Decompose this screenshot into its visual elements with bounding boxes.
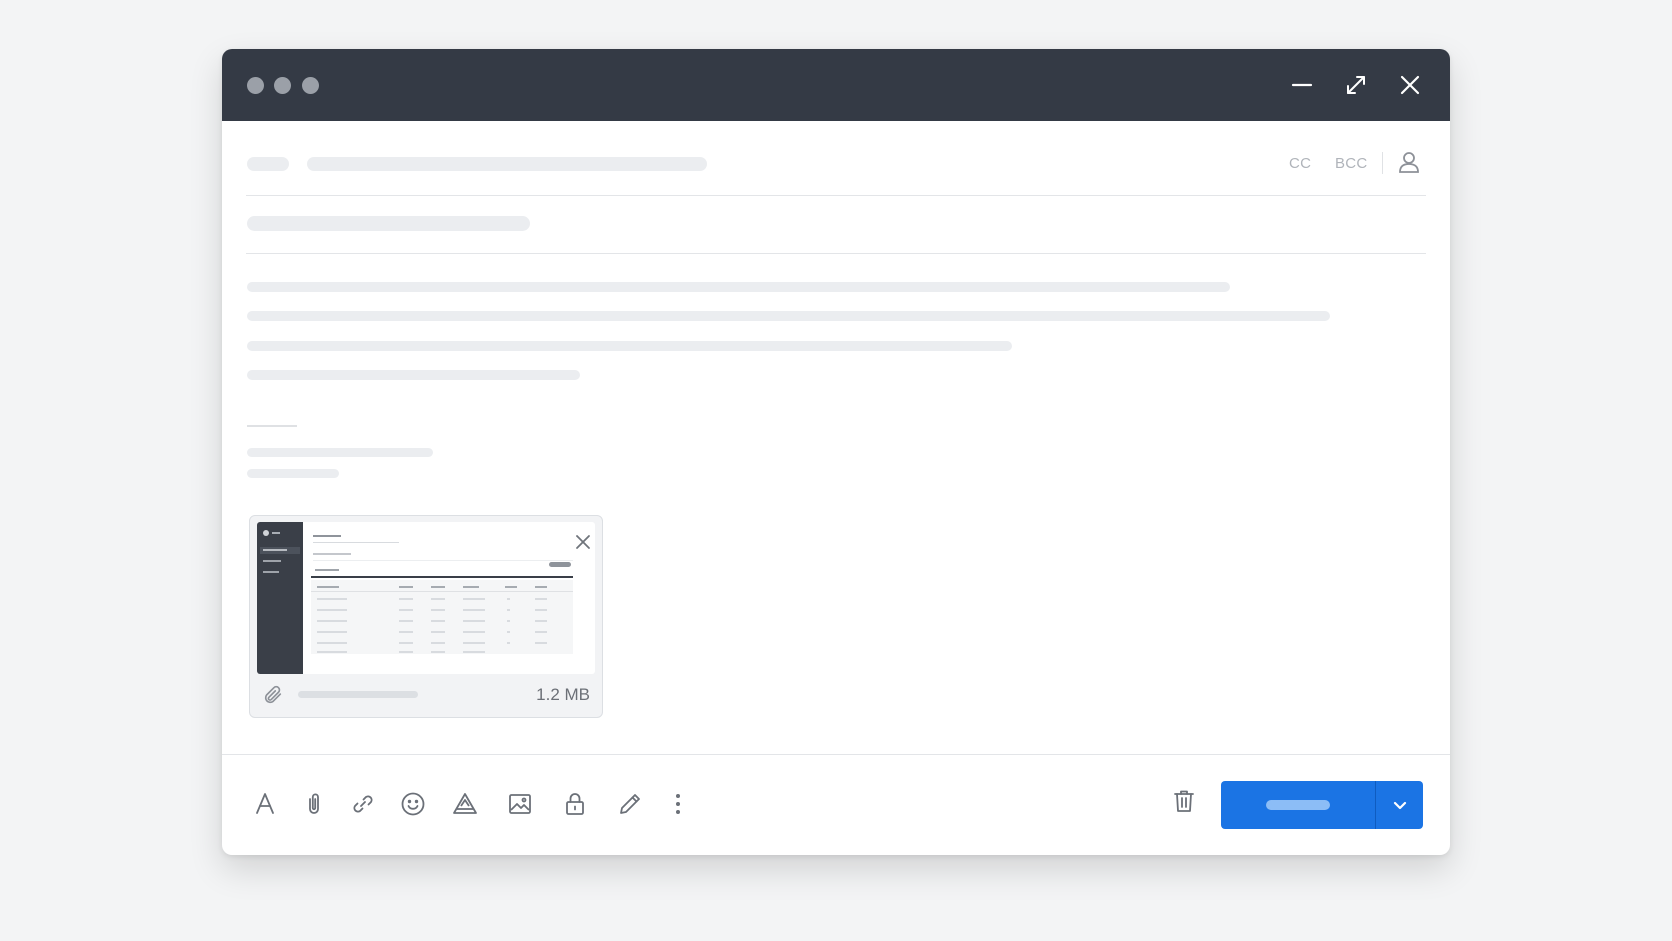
more-options-button[interactable] bbox=[663, 789, 693, 819]
to-label-placeholder bbox=[247, 157, 289, 171]
cc-link[interactable]: CC bbox=[1289, 155, 1311, 172]
send-button-label bbox=[1266, 800, 1330, 810]
person-icon bbox=[1399, 152, 1419, 173]
window-dot-1[interactable] bbox=[247, 77, 264, 94]
signature-line bbox=[247, 448, 433, 457]
minimize-icon bbox=[1291, 83, 1313, 87]
bcc-link[interactable]: BCC bbox=[1335, 155, 1368, 172]
thumbnail-sidebar bbox=[257, 522, 303, 674]
title-bar bbox=[222, 49, 1450, 121]
attachment-thumbnail bbox=[257, 522, 595, 674]
chevron-down-icon bbox=[1393, 801, 1406, 810]
text-format-button[interactable] bbox=[250, 789, 280, 819]
subject-placeholder[interactable] bbox=[247, 216, 530, 231]
header-separator bbox=[1382, 152, 1383, 174]
more-icon bbox=[676, 794, 680, 814]
confidential-mode-button[interactable] bbox=[560, 789, 590, 819]
paperclip-icon bbox=[264, 685, 282, 704]
send-split-divider bbox=[1375, 781, 1376, 829]
signature-line bbox=[247, 469, 339, 478]
window-dot-2[interactable] bbox=[274, 77, 291, 94]
signature-separator bbox=[247, 425, 297, 427]
send-options-button[interactable] bbox=[1376, 781, 1423, 829]
close-icon bbox=[1400, 75, 1420, 95]
body-line bbox=[247, 370, 580, 380]
text-format-icon bbox=[256, 793, 274, 814]
drive-button[interactable] bbox=[450, 789, 480, 819]
emoji-icon bbox=[401, 792, 425, 816]
drive-icon bbox=[453, 793, 477, 814]
attachment-size: 1.2 MB bbox=[536, 685, 590, 704]
body-line bbox=[247, 311, 1330, 321]
compose-window: CC BCC 1.2 MB bbox=[222, 49, 1450, 855]
signature-icon bbox=[620, 794, 640, 814]
lock-icon bbox=[566, 793, 584, 815]
remove-attachment-button[interactable] bbox=[575, 534, 591, 550]
divider-subject bbox=[246, 253, 1426, 254]
link-button[interactable] bbox=[348, 789, 378, 819]
send-button[interactable] bbox=[1221, 781, 1375, 829]
expand-button[interactable] bbox=[1340, 69, 1372, 101]
to-field-placeholder[interactable] bbox=[307, 157, 707, 171]
attach-icon bbox=[309, 793, 319, 814]
attachment-paperclip bbox=[262, 684, 284, 706]
window-dot-3[interactable] bbox=[302, 77, 319, 94]
close-button[interactable] bbox=[1394, 69, 1426, 101]
trash-icon bbox=[1174, 790, 1194, 812]
close-icon bbox=[576, 535, 590, 549]
image-icon bbox=[509, 794, 531, 814]
insert-image-button[interactable] bbox=[505, 789, 535, 819]
contacts-button[interactable] bbox=[1396, 149, 1422, 175]
link-icon bbox=[353, 795, 373, 813]
attachment-card[interactable]: 1.2 MB bbox=[249, 515, 603, 718]
discard-button[interactable] bbox=[1169, 786, 1199, 816]
signature-button[interactable] bbox=[615, 789, 645, 819]
divider-to bbox=[246, 195, 1426, 196]
attach-button[interactable] bbox=[299, 789, 329, 819]
body-line bbox=[247, 282, 1230, 292]
minimize-button[interactable] bbox=[1286, 69, 1318, 101]
body-line bbox=[247, 341, 1012, 351]
emoji-button[interactable] bbox=[398, 789, 428, 819]
attachment-filename-placeholder bbox=[298, 691, 418, 698]
expand-icon bbox=[1347, 76, 1365, 94]
